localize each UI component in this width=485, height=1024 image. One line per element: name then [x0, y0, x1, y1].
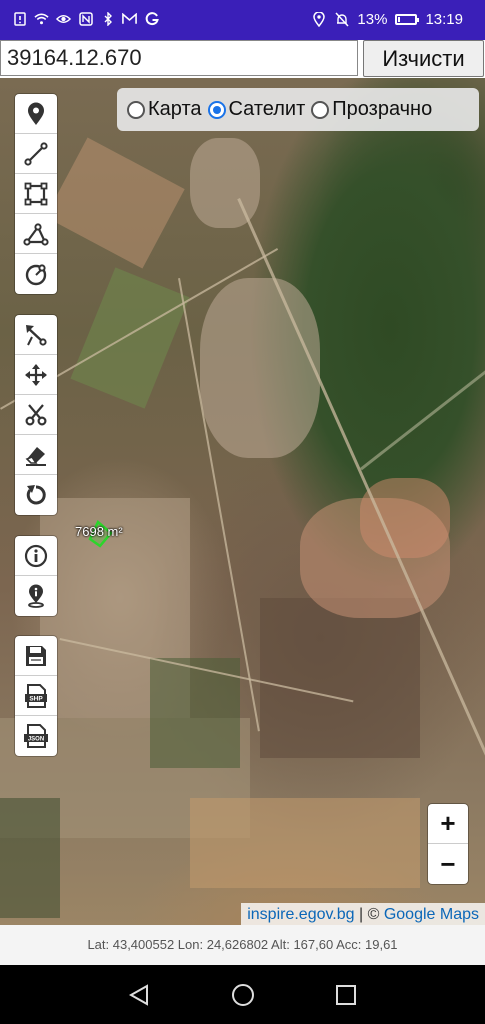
attribution-separator: | © [354, 906, 384, 923]
battery-percent: 13% [357, 11, 388, 28]
alert-icon [12, 11, 27, 26]
export-json-tool[interactable]: JSON [15, 716, 57, 756]
zoom-in-button[interactable]: + [428, 804, 468, 844]
radio-satellite[interactable] [207, 100, 226, 119]
angle-measure-tool[interactable] [15, 214, 57, 254]
marker-icon [28, 102, 44, 125]
location-info-tool[interactable] [15, 576, 57, 616]
map-village [360, 478, 450, 558]
export-shp-icon: SHP [25, 683, 47, 708]
export-shp-tool[interactable]: SHP [15, 676, 57, 716]
angle-measure-icon [23, 222, 49, 246]
eraser-icon [25, 446, 46, 466]
json-text: JSON [28, 737, 44, 743]
cut-icon [25, 403, 47, 426]
layer-option-satellite[interactable]: Сателит [207, 98, 306, 121]
edit-toolbar [15, 315, 57, 515]
recents-button[interactable] [332, 981, 360, 1009]
line-icon [24, 141, 48, 166]
bell-muted-icon [334, 12, 349, 27]
zoom-out-button[interactable]: − [428, 844, 468, 884]
polygon-icon [24, 182, 48, 205]
cut-tool[interactable] [15, 395, 57, 435]
system-nav-bar [0, 965, 485, 1024]
google-icon [144, 11, 159, 26]
select-edit-icon [26, 324, 47, 346]
rectangle-tool[interactable] [15, 174, 57, 214]
home-button[interactable] [229, 981, 257, 1009]
back-button[interactable] [125, 981, 153, 1009]
move-tool[interactable] [15, 355, 57, 395]
cadastral-id-input[interactable] [0, 40, 358, 76]
nfc-icon [78, 11, 93, 26]
marker-tool[interactable] [15, 94, 57, 134]
info-toolbar [15, 536, 57, 616]
layer-option-transparent[interactable]: Прозрачно [311, 98, 432, 121]
map-village [200, 278, 320, 458]
top-bar: Изчисти [0, 40, 485, 78]
location-icon [311, 12, 326, 27]
save-tool[interactable] [15, 636, 57, 676]
satellite-map[interactable]: Карта Сателит Прозрачно SHP JSON 7698 m²… [0, 78, 485, 925]
google-maps-link[interactable]: Google Maps [384, 906, 479, 923]
polyline-tool[interactable] [15, 134, 57, 174]
shp-text: SHP [29, 695, 43, 702]
map-village [190, 138, 260, 228]
map-attribution: inspire.egov.bg | © Google Maps [241, 903, 485, 925]
map-field [45, 137, 185, 269]
save-icon [26, 645, 46, 666]
layer-option-label: Карта [148, 98, 202, 120]
circle-icon [25, 264, 47, 286]
gmail-icon [122, 11, 137, 26]
map-field [0, 798, 60, 918]
clear-button[interactable]: Изчисти [363, 40, 484, 77]
map-road [360, 369, 485, 471]
info-tool[interactable] [15, 536, 57, 576]
radio-transparent[interactable] [311, 100, 330, 119]
info-icon [24, 544, 48, 567]
location-info-icon [28, 584, 44, 608]
draw-toolbar [15, 94, 57, 294]
eye-icon [56, 11, 71, 26]
back-icon [128, 984, 148, 1006]
inspire-link[interactable]: inspire.egov.bg [247, 906, 354, 923]
gps-readout: Lat: 43,400552 Lon: 24,626802 Alt: 167,6… [0, 925, 485, 965]
layer-option-label: Сателит [228, 98, 306, 120]
layer-option-label: Прозрачно [332, 98, 433, 120]
status-right-icons: 13% 13:19 [311, 11, 463, 28]
battery-level [398, 17, 401, 22]
clock: 13:19 [425, 11, 463, 28]
status-left-icons [12, 11, 159, 26]
undo-icon [26, 485, 46, 505]
undo-tool[interactable] [15, 475, 57, 515]
recents-icon [336, 985, 356, 1005]
map-field [70, 267, 190, 409]
layer-option-map[interactable]: Карта [127, 98, 202, 121]
status-bar: 13% 13:19 [0, 0, 485, 40]
export-json-icon: JSON [24, 724, 48, 748]
edit-tool[interactable] [15, 315, 57, 355]
battery-icon [395, 14, 420, 25]
home-icon [232, 984, 254, 1006]
wifi-icon [34, 11, 49, 26]
map-field [190, 798, 420, 888]
bluetooth-icon [100, 11, 115, 26]
map-field [260, 598, 420, 758]
radio-map[interactable] [127, 100, 145, 119]
move-icon [25, 363, 47, 386]
parcel-area-label: 7698 m² [75, 524, 123, 539]
layer-switch: Карта Сателит Прозрачно [117, 88, 479, 131]
circle-tool[interactable] [15, 254, 57, 294]
eraser-tool[interactable] [15, 435, 57, 475]
export-toolbar: SHP JSON [15, 636, 57, 756]
zoom-control: + − [428, 804, 468, 884]
